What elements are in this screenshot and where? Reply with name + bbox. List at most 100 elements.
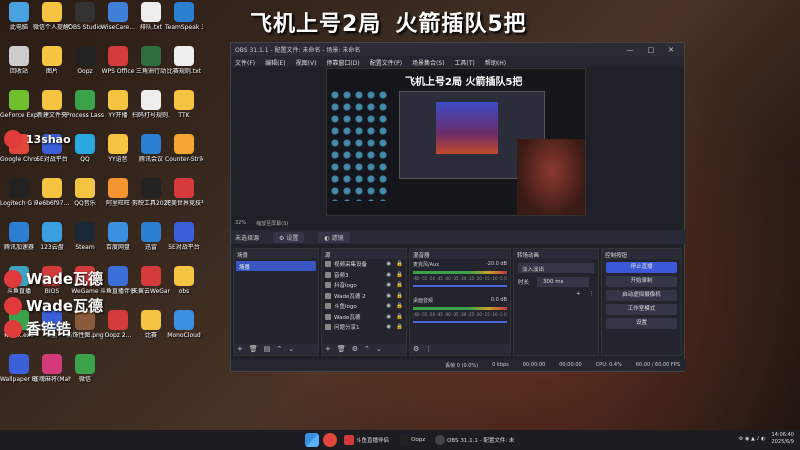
filters-button[interactable]: ◐ 滤镜 [318,231,350,243]
desktop-icon[interactable]: obs [165,266,203,295]
visibility-icon[interactable]: ◉ [386,282,391,288]
remove-icon[interactable]: 🗑 [337,345,346,354]
remove-icon[interactable]: 🗑 [249,345,258,354]
scene-filters-icon[interactable]: ▤ [264,345,271,354]
source-item[interactable]: 抖音logo ◉ 🔒 [322,280,406,291]
douyu-icon [4,130,22,148]
desktop-icon[interactable]: 微信 [66,354,104,383]
source-item[interactable]: 斗鱼logo ◉ 🔒 [322,301,406,312]
controls-dock: 控制按钮 停止直播 开始录制 启动虚拟摄像机 工作室模式 设置 [601,248,682,356]
lock-icon[interactable]: 🔒 [396,324,403,330]
stream-title-part1: 飞机上号2局 [250,12,382,37]
tray-icons[interactable]: ⚙ ◉ ▲ ♪ ◐ [739,436,766,442]
visibility-icon[interactable]: ◉ [386,261,391,267]
desktop-icon[interactable]: 比赛规则.txt [165,46,203,75]
app-icon [141,90,161,110]
source-settings-icon[interactable]: ⚙ [352,345,358,354]
scene-item[interactable]: 场景 [236,261,316,271]
streamer-name: 香锆锆 [26,320,72,338]
taskbar-app[interactable]: 斗鱼直播伴侣 [341,435,392,445]
scenes-dock: 场景 场景 + 🗑 ▤ ⌃ ⌄ [233,248,319,356]
menu-help[interactable]: 帮助(H) [485,58,506,67]
desktop-icon[interactable]: Counter-Strike 2 [165,134,203,163]
app-icon [75,222,95,242]
add-icon[interactable]: + [237,345,243,354]
zoom-hint[interactable]: 缩放至屏幕(S) [256,220,288,227]
mixer-settings-icon[interactable]: ⚙ [413,345,419,354]
transition-select[interactable]: 淡入淡出 [518,263,594,273]
studio-mode-button[interactable]: 工作室模式 [606,304,677,315]
lock-icon[interactable]: 🔒 [396,282,403,288]
visibility-icon[interactable]: ◉ [386,272,391,278]
menu-view[interactable]: 视图(V) [296,58,317,67]
kuaishou-icon [4,269,22,288]
settings-button[interactable]: 设置 [606,318,677,329]
desktop-icon[interactable]: 完美世界竞技平台 [165,178,203,207]
app-icon [174,266,194,286]
duration-input[interactable]: 300 ms [537,277,590,287]
clock[interactable]: 14:06:40 2025/6/9 [772,432,794,446]
chrome-icon[interactable] [323,433,337,447]
app-icon [141,178,161,198]
app-icon [42,2,62,22]
volume-slider[interactable] [413,321,507,323]
mixer-menu-icon[interactable]: ⋮ [425,345,432,354]
start-recording-button[interactable]: 开始录制 [606,276,677,287]
menu-file[interactable]: 文件(F) [235,58,255,67]
transition-menu-icon[interactable]: ⋮ [589,291,595,297]
desktop-icon[interactable]: TTK [165,90,203,119]
source-name: Wade瓦德 2 [334,293,366,300]
source-item[interactable]: Wade瓦德 2 ◉ 🔒 [322,291,406,302]
add-icon[interactable]: + [325,345,331,354]
menu-edit[interactable]: 编辑(E) [265,58,285,67]
mixer-channel[interactable]: 麦克风/Aux -20.0 dB -60 -55 -50 -45 -40 -35… [413,261,507,295]
source-item[interactable]: Wade瓦德 ◉ 🔒 [322,312,406,323]
lock-icon[interactable]: 🔒 [396,261,403,267]
menu-docks[interactable]: 停靠窗口(D) [326,58,359,67]
visibility-icon[interactable]: ◉ [386,324,391,330]
maximize-icon[interactable]: □ [648,46,655,54]
app-icon [174,222,194,242]
menu-tools[interactable]: 工具(T) [455,58,475,67]
start-icon[interactable] [305,433,319,447]
menu-profile[interactable]: 配置文件(P) [370,58,402,67]
visibility-icon[interactable]: ◉ [386,303,391,309]
lock-icon[interactable]: 🔒 [396,303,403,309]
lock-icon[interactable]: 🔒 [396,314,403,320]
stop-streaming-button[interactable]: 停止直播 [606,262,677,273]
move-up-icon[interactable]: ⌃ [364,345,370,354]
desktop-icon[interactable]: MonoCloud [165,310,203,339]
lock-icon[interactable]: 🔒 [396,272,403,278]
source-item[interactable]: 视频采集设备 ◉ 🔒 [322,259,406,270]
visibility-icon[interactable]: ◉ [386,314,391,320]
taskbar-app[interactable]: OBS 31.1.1 - 配置文件: 未 [432,435,517,445]
obs-titlebar[interactable]: OBS 31.1.1 - 配置文件: 未命名 - 场景: 未命名 — □ ✕ [231,43,684,56]
properties-button[interactable]: ⚙ 设置 [273,231,305,243]
source-item[interactable]: 音频3 ◉ 🔒 [322,270,406,281]
source-name: Wade瓦德 [334,314,361,321]
visibility-icon[interactable]: ◉ [386,293,391,299]
scenes-footer: + 🗑 ▤ ⌃ ⌄ [234,344,318,355]
desktop-icon[interactable]: 5E对战平台 [165,222,203,251]
volume-slider[interactable] [413,285,507,287]
close-icon[interactable]: ✕ [668,46,674,54]
obs-window[interactable]: OBS 31.1.1 - 配置文件: 未命名 - 场景: 未命名 — □ ✕ 文… [230,42,686,372]
transition-actions: + ⋮ [518,291,594,297]
minimize-icon[interactable]: — [627,46,634,54]
desktop-icon-label: MonoCloud [167,332,201,339]
menu-scene-collection[interactable]: 场景集合(S) [412,58,445,67]
virtual-camera-button[interactable]: 启动虚拟摄像机 [606,290,677,301]
taskbar-app[interactable]: Oopz [396,435,428,445]
add-icon[interactable]: + [576,291,581,297]
move-down-icon[interactable]: ⌄ [376,345,382,354]
stream-title-part2: 火箭插队5把 [395,12,527,37]
mixer-channel[interactable]: 桌面音频 0.0 dB -60 -55 -50 -45 -40 -35 -30 … [413,297,507,331]
source-item[interactable]: 问题分享1 ◉ 🔒 [322,322,406,333]
move-up-icon[interactable]: ⌃ [276,345,282,354]
desktop-icon[interactable]: TeamSpeak 3 [165,2,203,31]
move-down-icon[interactable]: ⌄ [288,345,294,354]
preview-canvas[interactable]: 飞机上号2局 火箭插队5把 [326,68,586,216]
source-name: 视频采集设备 [334,262,368,269]
lock-icon[interactable]: 🔒 [396,293,403,299]
zoom-level[interactable]: 32% [235,220,246,227]
